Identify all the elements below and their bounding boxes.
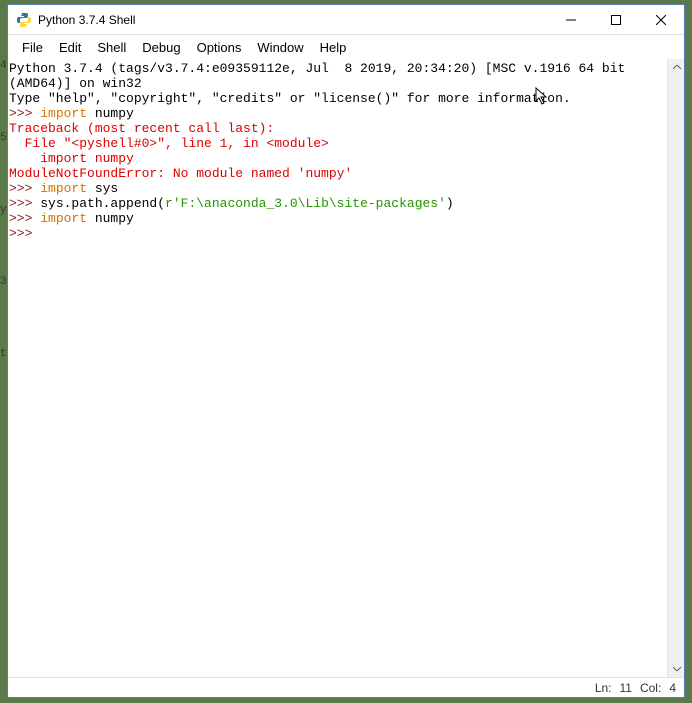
content-wrap: Python 3.7.4 (tags/v3.7.4:e09359112e, Ju… (8, 59, 684, 677)
python-icon (16, 12, 32, 28)
chevron-up-icon (673, 65, 681, 70)
scroll-down-button[interactable] (668, 660, 684, 677)
close-button[interactable] (638, 5, 684, 34)
keyword: import (40, 106, 87, 121)
menu-shell[interactable]: Shell (89, 38, 134, 57)
statusbar: Ln: 11 Col: 4 (8, 677, 684, 697)
background-fragment: 4 5 y 3 t (0, 60, 7, 420)
keyword: import (40, 211, 87, 226)
menubar: File Edit Shell Debug Options Window Hel… (8, 35, 684, 59)
col-value: 4 (669, 681, 676, 695)
menu-edit[interactable]: Edit (51, 38, 89, 57)
col-label: Col: (640, 681, 661, 695)
string: r'F:\anaconda_3.0\Lib\site-packages' (165, 196, 446, 211)
menu-options[interactable]: Options (189, 38, 250, 57)
prompt: >>> (9, 106, 40, 121)
vertical-scrollbar[interactable] (667, 59, 684, 677)
prompt: >>> (9, 181, 40, 196)
prompt: >>> (9, 226, 40, 241)
ln-value: 11 (620, 681, 632, 695)
banner-line: Type "help", "copyright", "credits" or "… (9, 91, 571, 106)
minimize-icon (566, 15, 576, 25)
idle-window: Python 3.7.4 Shell File Edit Shell Debug… (7, 4, 685, 698)
minimize-button[interactable] (548, 5, 593, 34)
maximize-button[interactable] (593, 5, 638, 34)
traceback: File "<pyshell#0>", line 1, in <module> (9, 136, 329, 151)
code: numpy (87, 211, 134, 226)
scroll-up-button[interactable] (668, 59, 684, 76)
code: numpy (87, 106, 134, 121)
close-icon (656, 15, 666, 25)
prompt: >>> (9, 211, 40, 226)
ln-label: Ln: (595, 681, 612, 695)
traceback: ModuleNotFoundError: No module named 'nu… (9, 166, 352, 181)
chevron-down-icon (673, 666, 681, 671)
menu-file[interactable]: File (14, 38, 51, 57)
window-controls (548, 5, 684, 34)
banner-line: (AMD64)] on win32 (9, 76, 142, 91)
menu-debug[interactable]: Debug (134, 38, 188, 57)
shell-text-area[interactable]: Python 3.7.4 (tags/v3.7.4:e09359112e, Ju… (8, 59, 667, 677)
prompt: >>> (9, 196, 40, 211)
code: sys (87, 181, 118, 196)
code: ) (446, 196, 454, 211)
traceback: import numpy (9, 151, 134, 166)
banner-line: Python 3.7.4 (tags/v3.7.4:e09359112e, Ju… (9, 61, 625, 76)
menu-window[interactable]: Window (249, 38, 311, 57)
code: sys.path.append( (40, 196, 165, 211)
menu-help[interactable]: Help (312, 38, 355, 57)
keyword: import (40, 181, 87, 196)
traceback: Traceback (most recent call last): (9, 121, 274, 136)
titlebar[interactable]: Python 3.7.4 Shell (8, 5, 684, 35)
maximize-icon (611, 15, 621, 25)
window-title: Python 3.7.4 Shell (38, 13, 548, 27)
